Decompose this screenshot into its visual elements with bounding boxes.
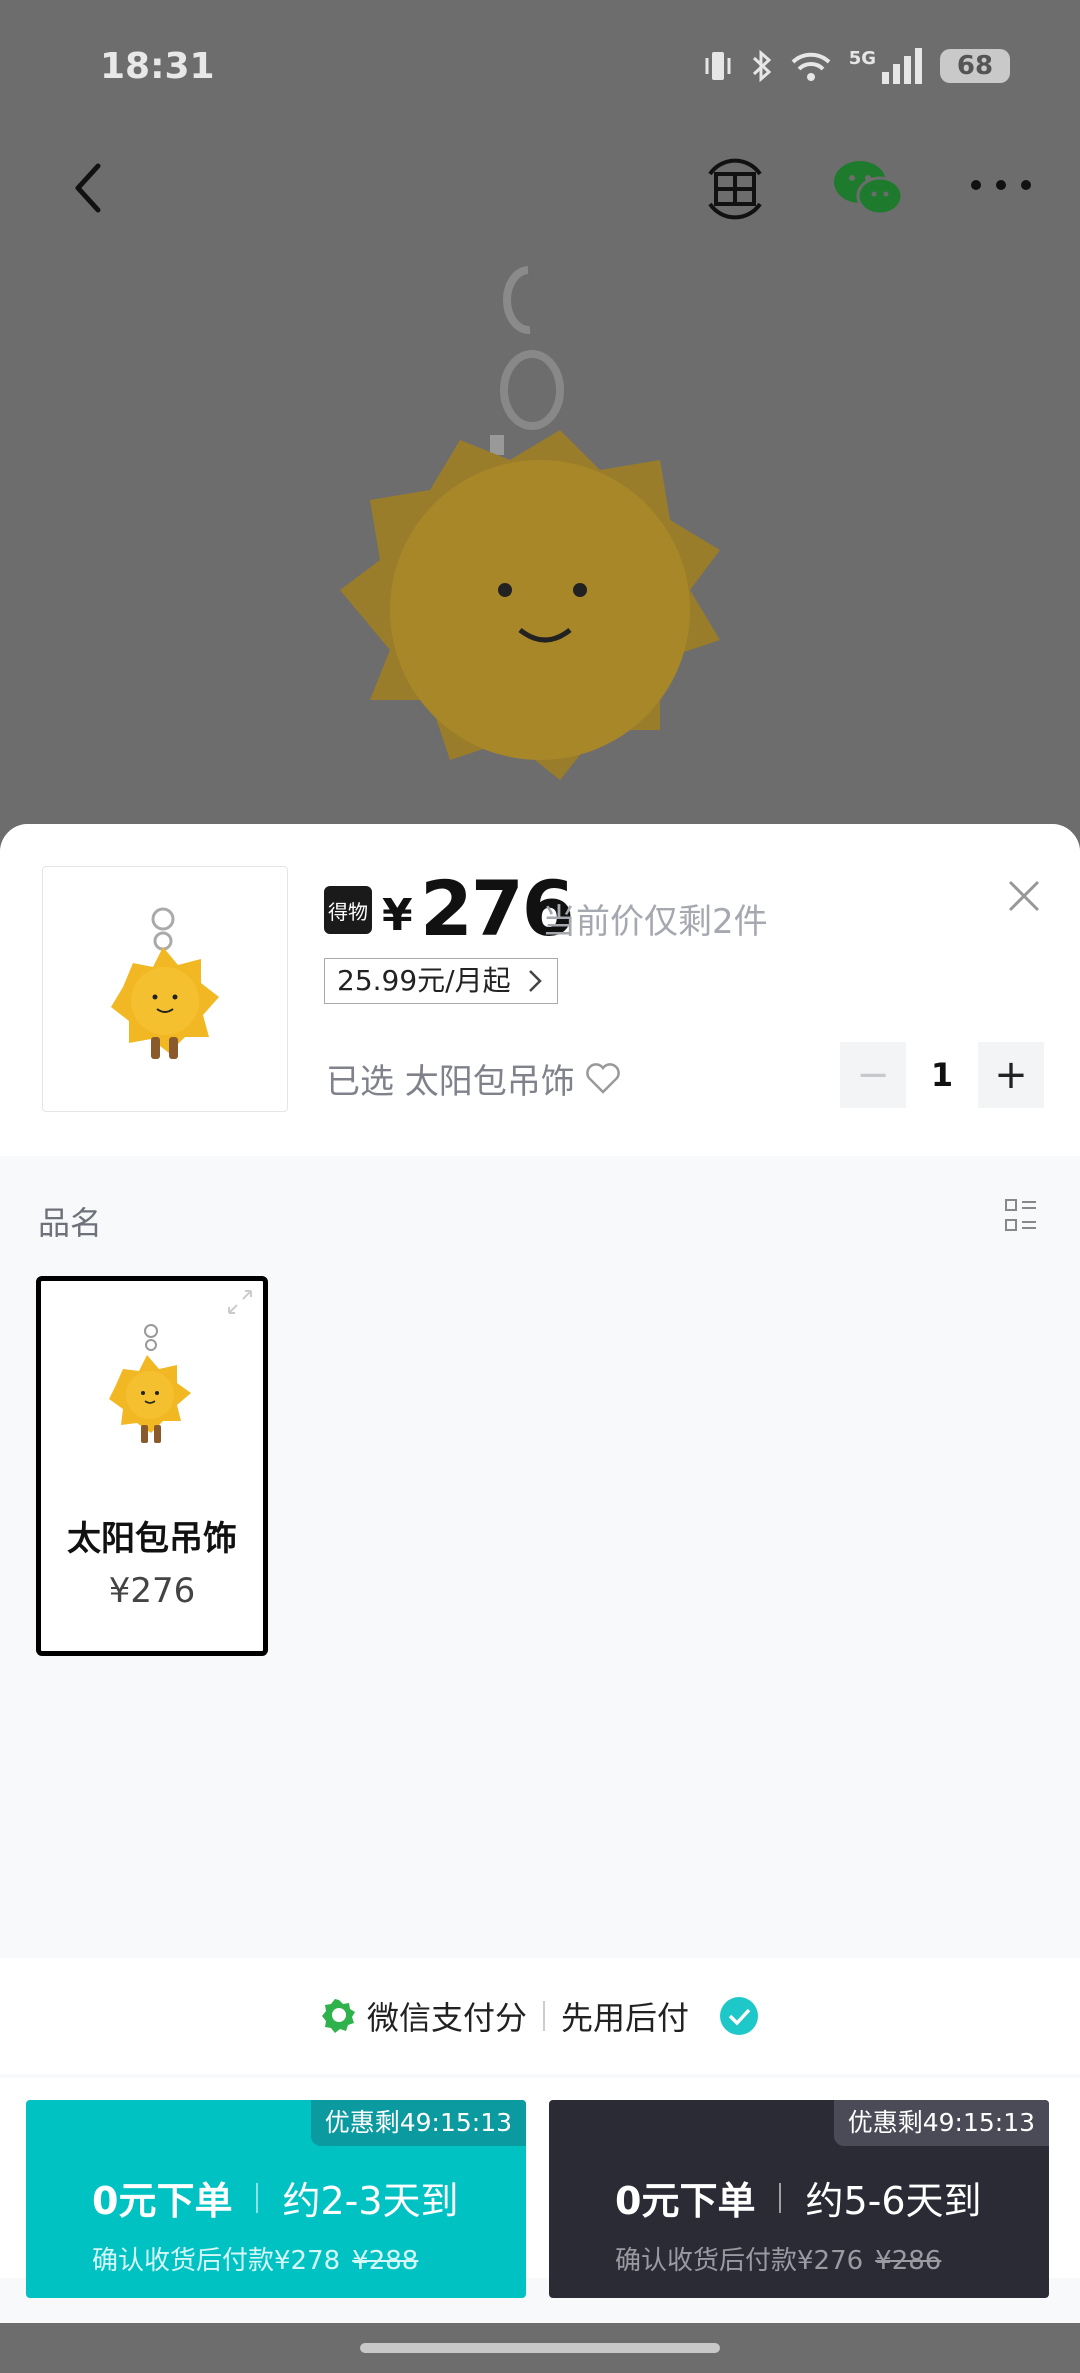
- order-label: 0元下单: [615, 2179, 756, 2223]
- quantity-stepper: − 1 +: [840, 1042, 1044, 1108]
- product-thumbnail[interactable]: [42, 866, 288, 1112]
- currency-symbol: ¥: [382, 890, 413, 941]
- brand-badge: 得物: [324, 886, 372, 934]
- stock-note: 当前价仅剩2件: [542, 902, 768, 942]
- section-label: 品名: [38, 1204, 103, 1242]
- promo-countdown: 优惠剩49:15:13: [833, 2100, 1049, 2146]
- sheet-header: 得物 ¥ 276 当前价仅剩2件 25.99元/月起 已选 太阳包吊饰 − 1 …: [0, 824, 1080, 1156]
- order-sub-label: 确认收货后付款¥278 ¥288: [92, 2240, 418, 2277]
- sku-option-card[interactable]: 太阳包吊饰 ¥276: [36, 1276, 268, 1656]
- standard-order-button[interactable]: 优惠剩49:15:13 0元下单 约5-6天到 确认收货后付款¥276 ¥286: [549, 2100, 1049, 2298]
- selected-variant: 已选 太阳包吊饰: [326, 1054, 621, 1103]
- sun-charm-image: [111, 907, 219, 1059]
- order-label: 0元下单: [92, 2179, 233, 2223]
- sku-selector-sheet: 得物 ¥ 276 当前价仅剩2件 25.99元/月起 已选 太阳包吊饰 − 1 …: [0, 824, 1080, 2373]
- signal-icon: [882, 48, 922, 84]
- increase-button[interactable]: +: [978, 1042, 1044, 1108]
- installment-button[interactable]: 25.99元/月起: [324, 958, 558, 1004]
- pay-later-label: 先用后付: [561, 1999, 690, 2037]
- order-main-label: 0元下单 约2-3天到: [92, 2170, 459, 2225]
- order-main-label: 0元下单 约5-6天到: [615, 2170, 982, 2225]
- divider: [543, 2001, 545, 2031]
- bluetooth-icon: [752, 49, 771, 83]
- chevron-right-icon: [528, 970, 542, 992]
- sku-image: [109, 1324, 191, 1443]
- decrease-button[interactable]: −: [840, 1042, 906, 1108]
- promo-countdown: 优惠剩49:15:13: [310, 2100, 526, 2146]
- divider: [779, 2182, 782, 2213]
- back-icon[interactable]: [60, 158, 120, 218]
- network-type: 5G: [848, 48, 876, 69]
- battery-icon: 68: [940, 49, 1010, 83]
- payment-option[interactable]: 微信支付分 先用后付: [0, 1958, 1080, 2074]
- status-time: 18:31: [100, 46, 215, 87]
- wechat-icon[interactable]: [830, 156, 906, 222]
- fast-order-button[interactable]: 优惠剩49:15:13 0元下单 约2-3天到 确认收货后付款¥278 ¥288: [26, 2100, 526, 2298]
- status-icons: 5G 68: [703, 48, 1010, 84]
- order-sub-label: 确认收货后付款¥276 ¥286: [615, 2240, 941, 2277]
- selected-label: 已选 太阳包吊饰: [326, 1062, 575, 1102]
- divider: [256, 2182, 259, 2213]
- product-hero-image: [340, 266, 720, 780]
- pay-after-receipt: 确认收货后付款¥278: [92, 2246, 341, 2276]
- check-circle-icon[interactable]: [719, 1996, 759, 2036]
- wechat-pay-score-icon: [321, 1999, 355, 2033]
- wechat-score-label: 微信支付分: [366, 1999, 527, 2037]
- status-bar: 18:31 5G 68: [0, 0, 1080, 140]
- home-indicator[interactable]: [360, 2343, 720, 2353]
- original-price: ¥288: [352, 2246, 419, 2276]
- original-price: ¥286: [875, 2246, 942, 2276]
- more-icon[interactable]: [966, 170, 1036, 200]
- vibrate-icon: [705, 52, 731, 80]
- delivery-label: 约2-3天到: [282, 2179, 459, 2223]
- installment-label: 25.99元/月起: [337, 964, 511, 997]
- sell-icon[interactable]: [700, 156, 770, 222]
- close-icon[interactable]: [1004, 876, 1044, 916]
- sku-name: 太阳包吊饰: [67, 1519, 237, 1559]
- gesture-bar: [0, 2323, 1080, 2373]
- top-nav: [0, 150, 1080, 230]
- sku-price: ¥276: [108, 1571, 196, 1611]
- wifi-icon: [791, 52, 831, 81]
- pay-after-receipt: 确认收货后付款¥276: [615, 2246, 864, 2276]
- delivery-label: 约5-6天到: [805, 2179, 982, 2223]
- list-view-icon[interactable]: [1004, 1198, 1038, 1234]
- expand-icon[interactable]: [225, 1287, 255, 1317]
- quantity-value[interactable]: 1: [906, 1056, 978, 1094]
- heart-icon[interactable]: [585, 1062, 621, 1095]
- action-buttons: 优惠剩49:15:13 0元下单 约2-3天到 确认收货后付款¥278 ¥288 …: [0, 2078, 1080, 2298]
